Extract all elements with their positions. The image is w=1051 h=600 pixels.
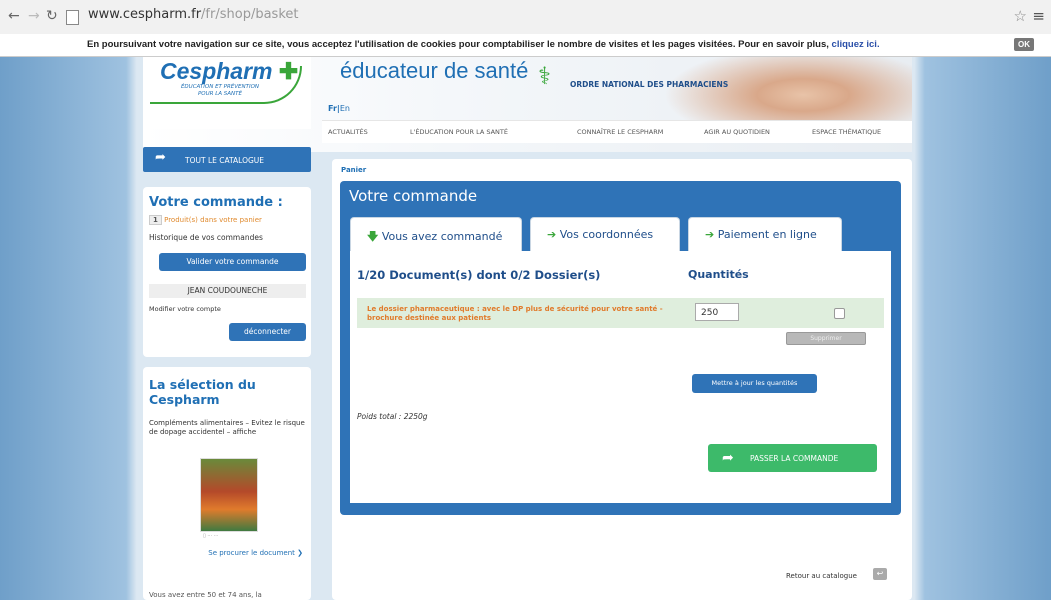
header-title: éducateur de santé (340, 58, 529, 83)
user-name: JEAN COUDOUNECHE (149, 284, 306, 298)
tab-payment-label: Paiement en ligne (717, 228, 817, 241)
nav-connaitre[interactable]: CONNAÎTRE LE CESPHARM (577, 128, 663, 136)
tab-ordered-label-wrap: 🡇 Vous avez commandé (367, 228, 502, 247)
url-path: /fr/shop/basket (201, 7, 299, 22)
procure-label: Se procurer le document (208, 549, 295, 557)
order-box-title: Votre commande (349, 187, 478, 205)
page-icon (66, 10, 79, 25)
cart-count-text[interactable]: Produit(s) dans votre panier (164, 216, 262, 224)
breadcrumb[interactable]: Panier (341, 166, 366, 174)
menu-icon[interactable]: ≡ (1032, 7, 1045, 25)
document-thumbnail[interactable] (200, 458, 258, 532)
catalogue-button[interactable]: ➦ TOUT LE CATALOGUE (143, 147, 311, 172)
tab-payment[interactable]: ➔ Paiement en ligne (688, 217, 842, 252)
cookie-link[interactable]: cliquez ici. (832, 39, 880, 50)
order-history-link[interactable]: Historique de vos commandes (149, 233, 263, 242)
cookie-text-wrap: En poursuivant votre navigation sur ce s… (87, 39, 880, 50)
nav-agir[interactable]: AGIR AU QUOTIDIEN (704, 128, 770, 136)
item-checkbox[interactable] (834, 308, 845, 319)
lang-en[interactable]: En (340, 104, 350, 113)
logout-button[interactable]: déconnecter (229, 323, 306, 341)
logo-tagline-1: ÉDUCATION ET PRÉVENTION (180, 84, 260, 90)
nav-education[interactable]: L'ÉDUCATION POUR LA SANTÉ (410, 128, 508, 136)
selection-panel: La sélection du Cespharm Compléments ali… (143, 367, 311, 600)
arrow-right-icon: ➔ (547, 228, 557, 241)
cookie-ok-button[interactable]: OK (1014, 38, 1034, 51)
chevron-right-icon: ❯ (297, 549, 303, 557)
language-switch: Fr|En (328, 104, 350, 113)
cart-count: 1 Produit(s) dans votre panier (149, 215, 262, 225)
site-logo[interactable]: Cespharm ✚ (160, 58, 298, 85)
back-icon[interactable]: ← (8, 8, 20, 24)
lang-fr[interactable]: Fr (328, 104, 337, 113)
quantity-input[interactable]: 250 (695, 303, 739, 321)
procure-document-link[interactable]: Se procurer le document ❯ (208, 549, 303, 557)
ordre-label: ORDRE NATIONAL DES PHARMACIENS (570, 80, 729, 89)
quantities-header: Quantités (688, 268, 749, 281)
bookmark-star-icon[interactable]: ☆ (1014, 7, 1027, 25)
catalogue-label: TOUT LE CATALOGUE (185, 156, 265, 165)
logo-tagline-2: POUR LA SANTÉ (197, 91, 243, 97)
order-panel: Votre commande : 1 Produit(s) dans votre… (143, 187, 311, 357)
tab-ordered[interactable]: 🡇 Vous avez commandé (350, 217, 522, 252)
curved-arrow-icon: ➦ (722, 450, 734, 466)
modify-account-link[interactable]: Modifier votre compte (149, 305, 221, 313)
url-domain: www.cespharm.fr (88, 7, 202, 22)
forward-icon[interactable]: → (28, 8, 40, 24)
table-row: Le dossier pharmaceutique : avec le DP p… (357, 298, 884, 328)
validate-order-button[interactable]: Valider votre commande (159, 253, 306, 271)
top-navigation: ACTUALITÉS L'ÉDUCATION POUR LA SANTÉ CON… (322, 120, 912, 143)
tab-payment-label-wrap: ➔ Paiement en ligne (705, 228, 817, 241)
total-weight: Poids total : 2250g (357, 412, 428, 421)
selection-description[interactable]: Compléments alimentaires – Evitez le ris… (149, 419, 307, 437)
checkout-button[interactable]: ➦ PASSER LA COMMANDE (708, 444, 877, 472)
arrow-right-icon: ➔ (705, 228, 715, 241)
delete-button[interactable]: Supprimer (786, 332, 866, 345)
cart-count-badge: 1 (149, 215, 162, 225)
caduceus-icon: ⚕ (538, 62, 551, 90)
cross-icon: ✚ (278, 58, 299, 84)
thumbnail-meta: ▯ ··· ··· (203, 533, 219, 539)
selection-title: La sélection du Cespharm (149, 377, 256, 407)
tab-ordered-label: Vous avez commandé (381, 230, 503, 243)
logo-text: Cespharm (160, 58, 273, 84)
selection-more-text: Vous avez entre 50 et 74 ans, la (149, 591, 262, 599)
tab-coordinates[interactable]: ➔ Vos coordonnées (530, 217, 680, 252)
documents-count: 1/20 Document(s) dont 0/2 Dossier(s) (357, 268, 601, 282)
nav-espace[interactable]: ESPACE THÉMATIQUE (812, 128, 881, 136)
item-name[interactable]: Le dossier pharmaceutique : avec le DP p… (367, 305, 687, 323)
arrow-down-icon: 🡇 (367, 230, 379, 243)
order-title: Votre commande : (149, 195, 283, 210)
address-bar[interactable]: www.cespharm.fr/fr/shop/basket (88, 7, 298, 22)
checkout-label: PASSER LA COMMANDE (750, 454, 839, 463)
browser-toolbar: ← → ↻ www.cespharm.fr/fr/shop/basket ☆ ≡ (0, 0, 1051, 35)
update-quantities-button[interactable]: Mettre à jour les quantités (692, 374, 817, 393)
cookie-banner: En poursuivant votre navigation sur ce s… (0, 34, 1051, 57)
nav-actualites[interactable]: ACTUALITÉS (328, 128, 368, 136)
back-arrow-icon[interactable]: ↩ (873, 568, 887, 580)
curved-arrow-icon: ➦ (155, 150, 166, 165)
tab-coordinates-label: Vos coordonnées (559, 228, 654, 241)
back-to-catalogue-link[interactable]: Retour au catalogue (786, 572, 857, 580)
tab-coordinates-label-wrap: ➔ Vos coordonnées (547, 228, 653, 241)
cookie-text: En poursuivant votre navigation sur ce s… (87, 39, 829, 50)
reload-icon[interactable]: ↻ (46, 8, 58, 24)
logo-tagline: ÉDUCATION ET PRÉVENTION POUR LA SANTÉ (170, 84, 270, 98)
